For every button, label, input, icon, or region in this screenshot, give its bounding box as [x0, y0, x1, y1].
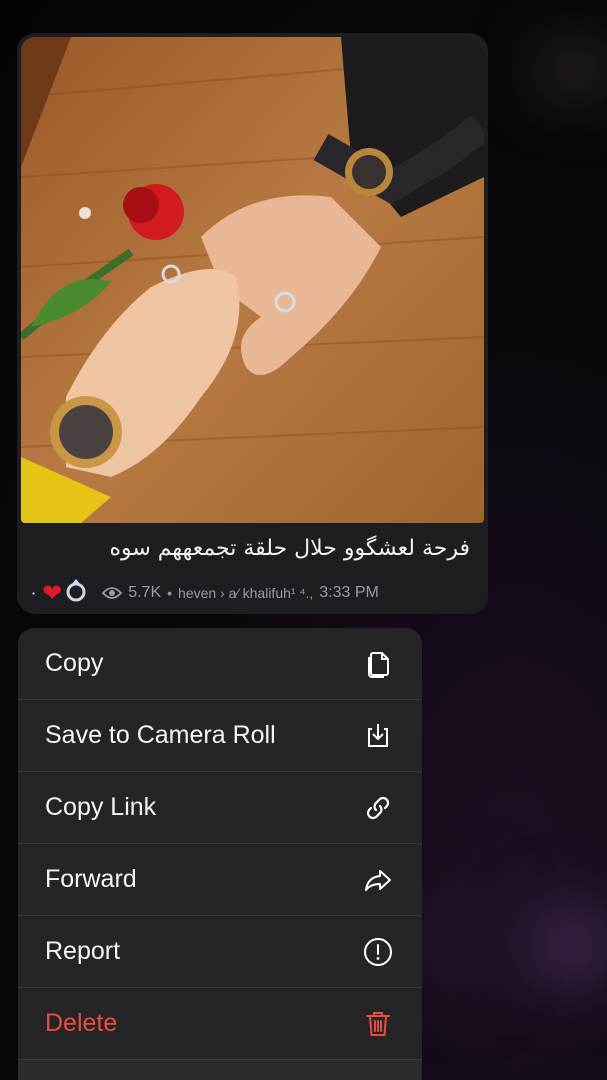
menu-item-label: Delete	[45, 1009, 118, 1037]
reaction-emojis: · ❤	[31, 577, 88, 609]
link-icon	[362, 792, 394, 824]
forward-icon	[362, 864, 394, 896]
separator-dot: •	[167, 585, 173, 601]
context-menu: Copy Save to Camera Roll Copy Link Forwa…	[18, 628, 422, 1080]
menu-item-label: Report	[45, 937, 121, 965]
message-meta-row: · ❤ 5.7K • heven › a⁄ khalifuh¹ ⁴., 3:33…	[31, 579, 472, 607]
menu-bottom-edge	[18, 1060, 422, 1080]
menu-item-forward[interactable]: Forward	[18, 844, 422, 916]
message-photo[interactable]	[21, 37, 484, 523]
report-icon	[362, 936, 394, 968]
menu-item-copy[interactable]: Copy	[18, 628, 422, 700]
dot-emoji: ·	[31, 583, 37, 603]
view-count: 5.7K	[128, 584, 162, 601]
message-bubble[interactable]: فرحة لعشگوو حلال حلقة تجمعههم سوه · ❤ 5.…	[17, 33, 488, 614]
background-blur	[520, 900, 607, 990]
menu-item-save-to-camera-roll[interactable]: Save to Camera Roll	[18, 700, 422, 772]
copy-icon	[362, 648, 394, 680]
menu-item-label: Copy	[45, 649, 104, 677]
menu-item-report[interactable]: Report	[18, 916, 422, 988]
download-icon	[362, 720, 394, 752]
eye-icon	[102, 583, 123, 603]
menu-item-label: Save to Camera Roll	[45, 721, 276, 749]
trash-icon	[362, 1008, 394, 1040]
message-meta: 5.7K • heven › a⁄ khalifuh¹ ⁴., 3:33 PM	[102, 583, 379, 603]
heart-emoji: ❤	[42, 579, 63, 607]
message-caption: فرحة لعشگوو حلال حلقة تجمعههم سوه	[109, 536, 470, 561]
author-signature: heven › a⁄ khalifuh¹ ⁴.,	[178, 585, 314, 601]
background-blur	[420, 880, 500, 1000]
message-time: 3:33 PM	[319, 584, 379, 601]
ring-emoji	[64, 577, 88, 609]
background-blur	[530, 40, 607, 100]
menu-item-label: Copy Link	[45, 793, 157, 821]
menu-item-delete[interactable]: Delete	[18, 988, 422, 1060]
menu-item-copy-link[interactable]: Copy Link	[18, 772, 422, 844]
menu-item-label: Forward	[45, 865, 137, 893]
